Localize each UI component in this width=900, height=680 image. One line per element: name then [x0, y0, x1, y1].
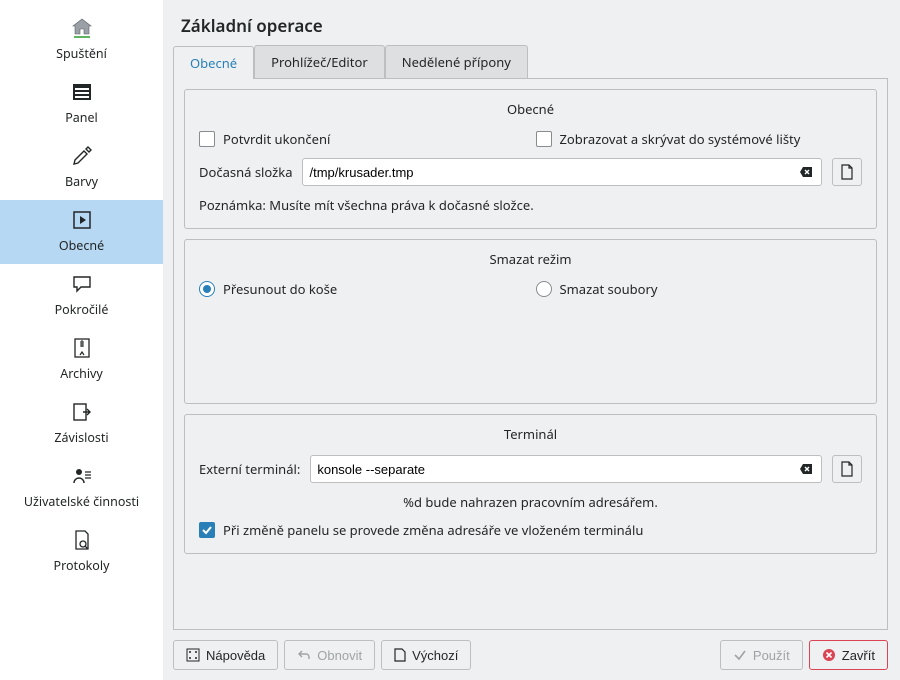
document-icon	[840, 164, 854, 180]
group-delete-mode: Smazat režim Přesunout do koše Smazat so…	[184, 239, 877, 404]
sidebar-item-advanced[interactable]: Pokročilé	[0, 264, 163, 328]
document-icon	[394, 648, 406, 662]
undo-icon	[297, 648, 311, 662]
group-general: Obecné Potvrdit ukončení Zobrazovat a sk…	[184, 89, 877, 229]
checkbox-icon	[199, 522, 215, 538]
clear-icon[interactable]	[797, 163, 815, 181]
radio-delete-files[interactable]: Smazat soubory	[536, 280, 863, 298]
group-title: Terminál	[199, 425, 862, 443]
home-icon	[70, 16, 94, 40]
checkbox-icon	[536, 131, 552, 147]
help-button[interactable]: Nápověda	[173, 640, 278, 670]
tab-atomic-extensions[interactable]: Nedělené přípony	[385, 45, 528, 78]
button-label: Nápověda	[206, 648, 265, 663]
checkbox-label: Zobrazovat a skrývat do systémové lišty	[560, 130, 801, 148]
sidebar-item-dependencies[interactable]: Závislosti	[0, 392, 163, 456]
button-label: Výchozí	[412, 648, 458, 663]
group-terminal: Terminál Externí terminál: %d bude nahra…	[184, 414, 877, 554]
sidebar: Spuštění Panel Barvy Obecné Pokročilé Ar…	[0, 0, 163, 680]
document-search-icon	[70, 528, 94, 552]
close-button[interactable]: Zavřít	[809, 640, 888, 670]
temp-folder-input-wrap[interactable]	[302, 158, 822, 186]
footer: Nápověda Obnovit Výchozí Použít Zavřít	[173, 640, 888, 670]
sidebar-item-general[interactable]: Obecné	[0, 200, 163, 264]
browse-terminal-button[interactable]	[832, 455, 862, 483]
tab-general[interactable]: Obecné	[173, 46, 254, 79]
tab-viewer-editor[interactable]: Prohlížeč/Editor	[254, 45, 385, 78]
dropper-icon	[70, 144, 94, 168]
external-terminal-label: Externí terminál:	[199, 460, 300, 478]
main-panel: Základní operace Obecné Prohlížeč/Editor…	[163, 0, 900, 680]
checkbox-label: Potvrdit ukončení	[223, 130, 330, 148]
sidebar-item-startup[interactable]: Spuštění	[0, 8, 163, 72]
sidebar-item-panel[interactable]: Panel	[0, 72, 163, 136]
checkbox-follow-panel[interactable]: Při změně panelu se provede změna adresá…	[199, 521, 643, 539]
sidebar-item-colors[interactable]: Barvy	[0, 136, 163, 200]
terminal-hint: %d bude nahrazen pracovním adresářem.	[199, 493, 862, 511]
archive-icon	[70, 336, 94, 360]
reset-button[interactable]: Obnovit	[284, 640, 375, 670]
sidebar-item-label: Uživatelské činnosti	[24, 493, 139, 510]
sidebar-item-label: Barvy	[65, 173, 98, 190]
sidebar-item-label: Archivy	[60, 365, 103, 382]
sidebar-item-label: Obecné	[59, 237, 104, 254]
check-icon	[733, 648, 747, 662]
radio-icon	[536, 281, 552, 297]
checkbox-confirm-exit[interactable]: Potvrdit ukončení	[199, 130, 526, 148]
chat-icon	[70, 272, 94, 296]
sidebar-item-label: Panel	[65, 109, 98, 126]
page-title: Základní operace	[181, 14, 888, 37]
play-box-icon	[70, 208, 94, 232]
apply-button[interactable]: Použít	[720, 640, 803, 670]
sidebar-item-protocols[interactable]: Protokoly	[0, 520, 163, 584]
sidebar-item-label: Protokoly	[54, 557, 110, 574]
external-terminal-input-wrap[interactable]	[310, 455, 822, 483]
user-actions-icon	[70, 464, 94, 488]
tab-content: Obecné Potvrdit ukončení Zobrazovat a sk…	[173, 79, 888, 630]
radio-label: Přesunout do koše	[223, 280, 337, 298]
sidebar-item-label: Pokročilé	[55, 301, 109, 318]
sidebar-item-useractions[interactable]: Uživatelské činnosti	[0, 456, 163, 520]
button-label: Obnovit	[317, 648, 362, 663]
button-label: Zavřít	[842, 648, 875, 663]
temp-folder-label: Dočasná složka	[199, 163, 292, 181]
checkbox-label: Při změně panelu se provede změna adresá…	[223, 521, 643, 539]
temp-folder-input[interactable]	[309, 165, 797, 180]
tab-bar: Obecné Prohlížeč/Editor Nedělené přípony	[173, 45, 888, 79]
help-icon	[186, 648, 200, 662]
sidebar-item-label: Spuštění	[56, 45, 107, 62]
temp-folder-note: Poznámka: Musíte mít všechna práva k doč…	[199, 196, 862, 214]
group-title: Obecné	[199, 100, 862, 118]
close-circle-icon	[822, 648, 836, 662]
checkbox-show-tray[interactable]: Zobrazovat a skrývat do systémové lišty	[536, 130, 863, 148]
browse-temp-folder-button[interactable]	[832, 158, 862, 186]
defaults-button[interactable]: Výchozí	[381, 640, 471, 670]
radio-icon	[199, 281, 215, 297]
radio-label: Smazat soubory	[560, 280, 658, 298]
group-title: Smazat režim	[199, 250, 862, 268]
document-icon	[840, 461, 854, 477]
button-label: Použít	[753, 648, 790, 663]
sidebar-item-label: Závislosti	[54, 429, 108, 446]
panel-icon	[70, 80, 94, 104]
sidebar-item-archives[interactable]: Archivy	[0, 328, 163, 392]
radio-move-trash[interactable]: Přesunout do koše	[199, 280, 526, 298]
checkbox-icon	[199, 131, 215, 147]
external-terminal-input[interactable]	[317, 462, 797, 477]
clear-icon[interactable]	[797, 460, 815, 478]
exit-icon	[70, 400, 94, 424]
